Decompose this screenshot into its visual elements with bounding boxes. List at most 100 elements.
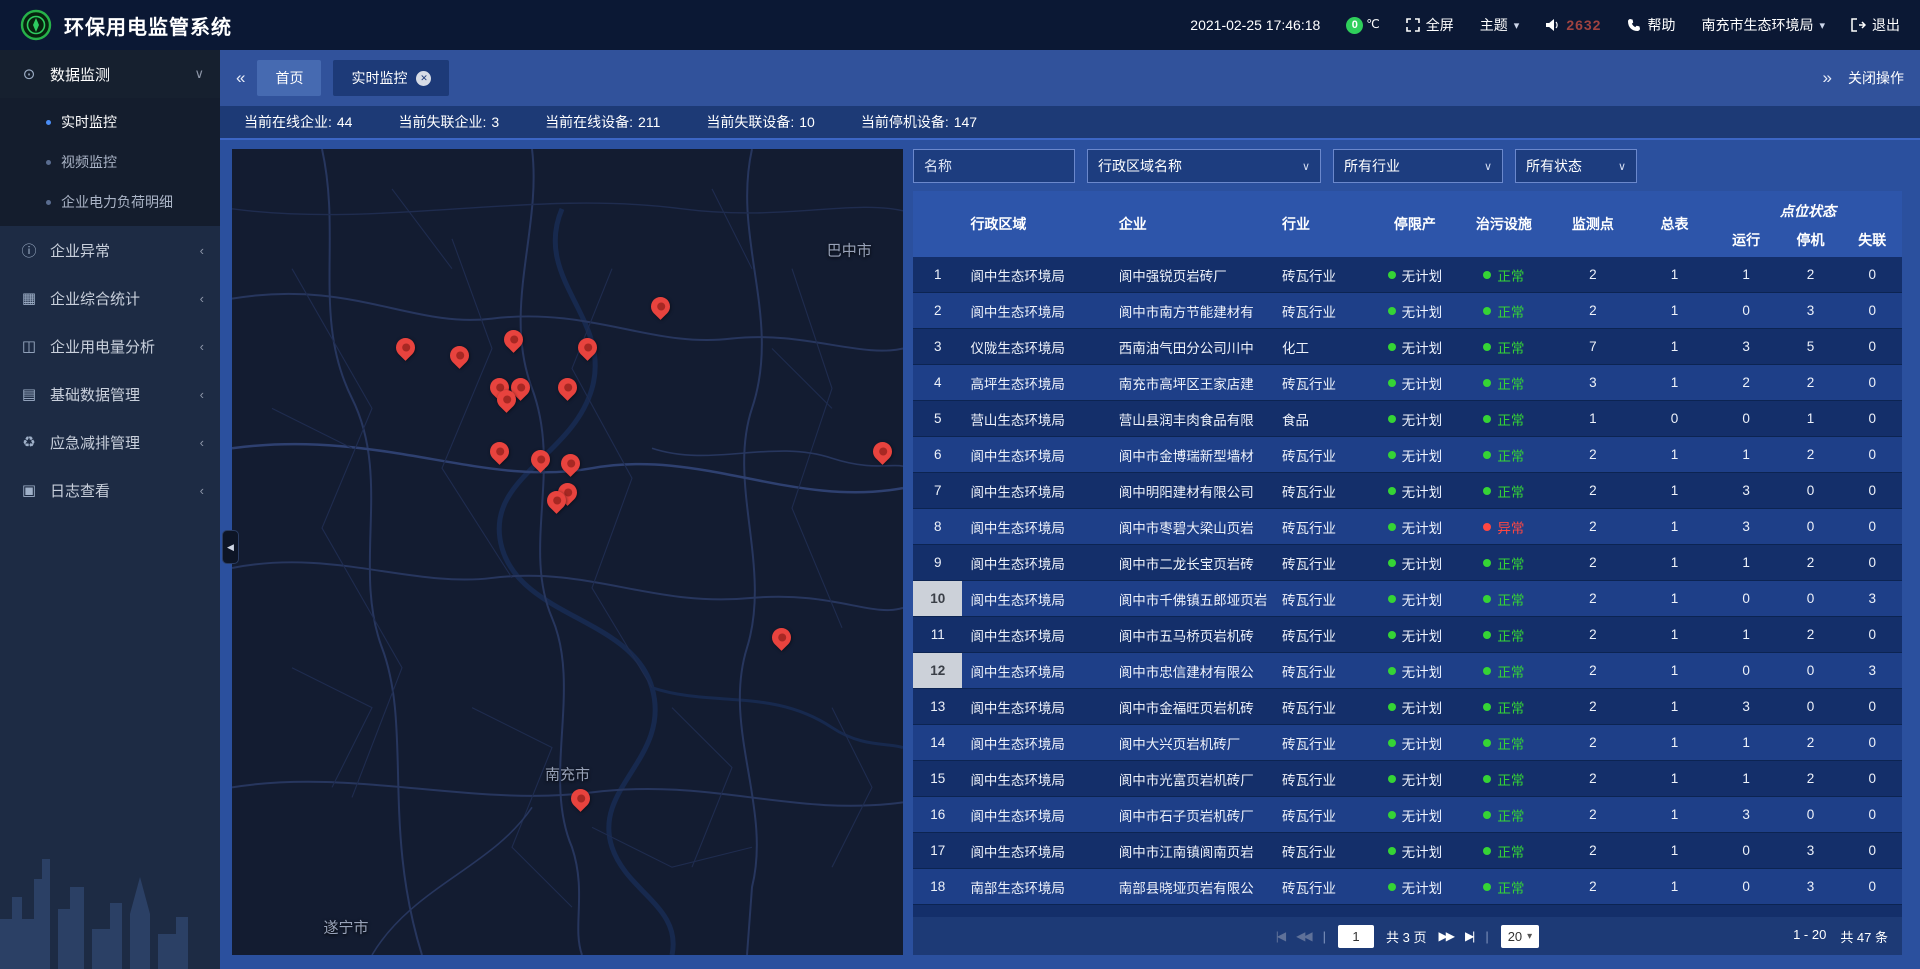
tabs-scroll-right-button[interactable]: » (1823, 68, 1832, 88)
sidebar-item-企业综合统计[interactable]: ▦ 企业综合统计 ‹ (0, 274, 220, 322)
sidebar-item-数据监测[interactable]: ⊙ 数据监测 ∨ (0, 50, 220, 98)
page-size-select[interactable]: 20 ▾ (1501, 925, 1540, 948)
table-row[interactable]: 10 阆中生态环境局 阆中市千佛镇五郎垭页岩 砖瓦行业 无计划 正常 2 1 0… (913, 581, 1902, 617)
table-row[interactable]: 12 阆中生态环境局 阆中市忠信建材有限公 砖瓦行业 无计划 正常 2 1 0 … (913, 653, 1902, 689)
org-dropdown[interactable]: 南充市生态环境局 ▾ (1701, 15, 1825, 35)
first-page-button[interactable]: |◀ (1276, 929, 1284, 943)
table-row[interactable]: 18 南部生态环境局 南部县晓垭页岩有限公 砖瓦行业 无计划 正常 2 1 0 … (913, 869, 1902, 905)
cell-lost: 0 (1843, 339, 1902, 354)
close-operations-button[interactable]: 关闭操作 (1848, 68, 1904, 88)
table-row[interactable]: 11 阆中生态环境局 阆中市五马桥页岩机砖 砖瓦行业 无计划 正常 2 1 1 … (913, 617, 1902, 653)
table-row[interactable]: 3 仪陇生态环境局 西南油气田分公司川中 化工 无计划 正常 7 1 3 5 0 (913, 329, 1902, 365)
cell-industry: 砖瓦行业 (1274, 517, 1373, 537)
tab-home[interactable]: 首页 (257, 60, 321, 96)
map-panel[interactable]: 巴中市南充市遂宁市 (232, 149, 903, 955)
table-row[interactable]: 4 高坪生态环境局 南充市高坪区王家店建 砖瓦行业 无计划 正常 3 1 2 2… (913, 365, 1902, 401)
table-row[interactable]: 17 阆中生态环境局 阆中市江南镇阆南页岩 砖瓦行业 无计划 正常 2 1 0 … (913, 833, 1902, 869)
status-dot (1388, 343, 1396, 351)
sidebar-item-icon: ▦ (20, 289, 38, 307)
row-index: 6 (913, 437, 962, 472)
status-text: 无计划 (1402, 661, 1443, 681)
table-row[interactable]: 8 阆中生态环境局 阆中市枣碧大梁山页岩 砖瓦行业 无计划 异常 2 1 3 0… (913, 509, 1902, 545)
map-collapse-button[interactable]: ◀ (222, 530, 239, 564)
cell-stop: 5 (1778, 339, 1842, 354)
status-text: 无计划 (1402, 337, 1443, 357)
table-row[interactable]: 1 阆中生态环境局 阆中强锐页岩砖厂 砖瓦行业 无计划 正常 2 1 1 2 0 (913, 257, 1902, 293)
table-row[interactable]: 15 阆中生态环境局 阆中市光富页岩机砖厂 砖瓦行业 无计划 正常 2 1 1 … (913, 761, 1902, 797)
logout-button[interactable]: 退出 (1851, 15, 1900, 35)
sidebar-subitem-企业电力负荷明细[interactable]: 企业电力负荷明细 (0, 182, 220, 222)
help-button[interactable]: 帮助 (1627, 15, 1675, 35)
cell-limit: 无计划 (1373, 661, 1457, 681)
industry-select[interactable]: 所有行业 ∨ (1333, 149, 1503, 183)
header-company: 企业 (1111, 191, 1274, 257)
page-number-input[interactable] (1338, 925, 1374, 948)
table-row[interactable]: 16 阆中生态环境局 阆中市石子页岩机砖厂 砖瓦行业 无计划 正常 2 1 3 … (913, 797, 1902, 833)
cell-lost: 0 (1843, 447, 1902, 462)
sidebar-item-基础数据管理[interactable]: ▤ 基础数据管理 ‹ (0, 370, 220, 418)
cell-points: 2 (1551, 663, 1635, 678)
table-row[interactable]: 5 营山生态环境局 营山县润丰肉食品有限 食品 无计划 正常 1 0 0 1 0 (913, 401, 1902, 437)
sidebar-item-label: 企业异常 (50, 240, 188, 261)
sidebar-subitem-视频监控[interactable]: 视频监控 (0, 142, 220, 182)
next-page-button[interactable]: ▶▶ (1438, 929, 1452, 943)
row-index: 8 (913, 509, 962, 544)
status-dot (1483, 271, 1491, 279)
sidebar-item-应急减排管理[interactable]: ♻ 应急减排管理 ‹ (0, 418, 220, 466)
range-label: 1 - 20 (1793, 927, 1826, 946)
status-dot (1388, 775, 1396, 783)
cell-stop: 3 (1778, 843, 1842, 858)
sidebar-subitem-label: 视频监控 (61, 152, 117, 172)
status-dot (1483, 775, 1491, 783)
last-page-button[interactable]: ▶| (1465, 929, 1473, 943)
tab-close-icon[interactable]: ✕ (416, 71, 431, 86)
header-limit: 停限产 (1373, 191, 1457, 257)
row-index: 3 (913, 329, 962, 364)
cell-region: 阆中生态环境局 (962, 697, 1110, 717)
table-row[interactable]: 7 阆中生态环境局 阆中明阳建材有限公司 砖瓦行业 无计划 正常 2 1 3 0… (913, 473, 1902, 509)
cell-points: 2 (1551, 771, 1635, 786)
prev-page-button[interactable]: ◀◀ (1296, 929, 1310, 943)
cell-region: 仪陇生态环境局 (962, 337, 1110, 357)
cell-points: 1 (1551, 411, 1635, 426)
fullscreen-button[interactable]: 全屏 (1406, 15, 1454, 35)
status-dot (1483, 379, 1491, 387)
table-row[interactable]: 9 阆中生态环境局 阆中市二龙长宝页岩砖 砖瓦行业 无计划 正常 2 1 1 2… (913, 545, 1902, 581)
cell-points: 2 (1551, 627, 1635, 642)
status-select[interactable]: 所有状态 ∨ (1515, 149, 1637, 183)
cell-region: 南部生态环境局 (962, 877, 1110, 897)
sidebar-item-企业异常[interactable]: ⓘ 企业异常 ‹ (0, 226, 220, 274)
region-select[interactable]: 行政区域名称 ∨ (1087, 149, 1321, 183)
name-search-input[interactable] (913, 149, 1075, 183)
status-text: 异常 (1497, 517, 1524, 537)
cell-stop: 0 (1778, 663, 1842, 678)
tabs-scroll-left-button[interactable]: « (236, 68, 245, 88)
theme-dropdown[interactable]: 主题 ▾ (1480, 15, 1520, 35)
sidebar-item-日志查看[interactable]: ▣ 日志查看 ‹ (0, 466, 220, 514)
sidebar-item-企业用电量分析[interactable]: ◫ 企业用电量分析 ‹ (0, 322, 220, 370)
cell-company: 阆中市枣碧大梁山页岩 (1111, 517, 1274, 537)
table-row[interactable]: 14 阆中生态环境局 阆中大兴页岩机砖厂 砖瓦行业 无计划 正常 2 1 1 2… (913, 725, 1902, 761)
table-row[interactable]: 6 阆中生态环境局 阆中市金博瑞新型墙材 砖瓦行业 无计划 正常 2 1 1 2… (913, 437, 1902, 473)
cell-lost: 0 (1843, 375, 1902, 390)
header-points: 监测点 (1551, 191, 1635, 257)
sidebar-subitem-label: 企业电力负荷明细 (61, 192, 173, 212)
status-dot (1388, 667, 1396, 675)
cell-company: 阆中市千佛镇五郎垭页岩 (1111, 589, 1274, 609)
cell-points: 2 (1551, 303, 1635, 318)
stat-label: 当前失联企业: (398, 112, 486, 132)
row-index: 18 (913, 869, 962, 904)
cell-meters: 1 (1635, 339, 1714, 354)
theme-label: 主题 (1480, 15, 1508, 35)
table-row[interactable]: 2 阆中生态环境局 阆中市南方节能建材有 砖瓦行业 无计划 正常 2 1 0 3… (913, 293, 1902, 329)
cell-stop: 3 (1778, 879, 1842, 894)
announcement-indicator[interactable]: 2632 (1545, 17, 1601, 33)
status-dot (1388, 379, 1396, 387)
status-dot (1388, 559, 1396, 567)
cell-meters: 1 (1635, 555, 1714, 570)
table-row[interactable]: 13 阆中生态环境局 阆中市金福旺页岩机砖 砖瓦行业 无计划 正常 2 1 3 … (913, 689, 1902, 725)
tab-home-label: 首页 (275, 68, 303, 88)
sidebar-subitem-实时监控[interactable]: 实时监控 (0, 102, 220, 142)
tab-realtime-monitor[interactable]: 实时监控 ✕ (333, 60, 449, 96)
temperature-badge: 0 (1346, 17, 1363, 34)
